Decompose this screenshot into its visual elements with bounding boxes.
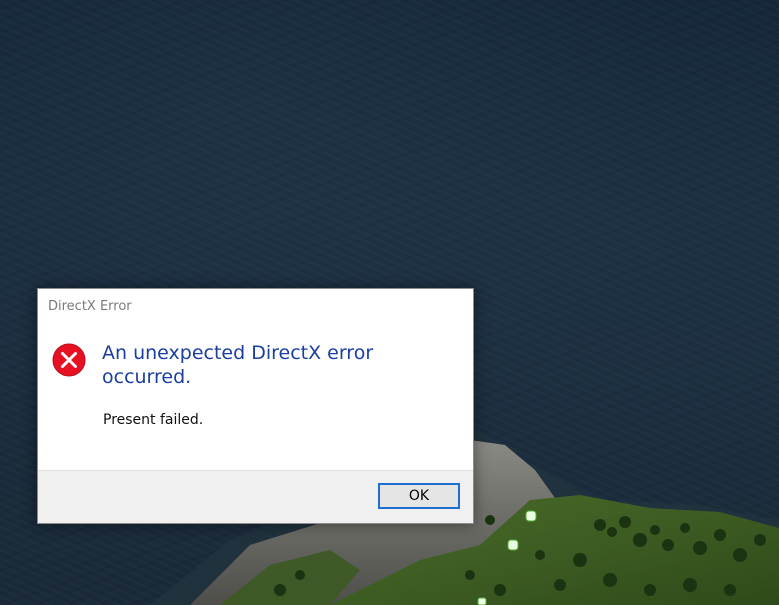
ok-button[interactable]: OK bbox=[378, 483, 460, 509]
directx-error-dialog: DirectX Error An unexpected DirectX erro… bbox=[37, 288, 474, 524]
dialog-title: DirectX Error bbox=[48, 299, 132, 314]
game-background: DirectX Error An unexpected DirectX erro… bbox=[0, 0, 779, 605]
error-message: Present failed. bbox=[103, 412, 204, 428]
dialog-footer: OK bbox=[38, 470, 473, 523]
error-icon bbox=[52, 343, 86, 377]
main-instruction: An unexpected DirectX error occurred. bbox=[102, 342, 374, 388]
